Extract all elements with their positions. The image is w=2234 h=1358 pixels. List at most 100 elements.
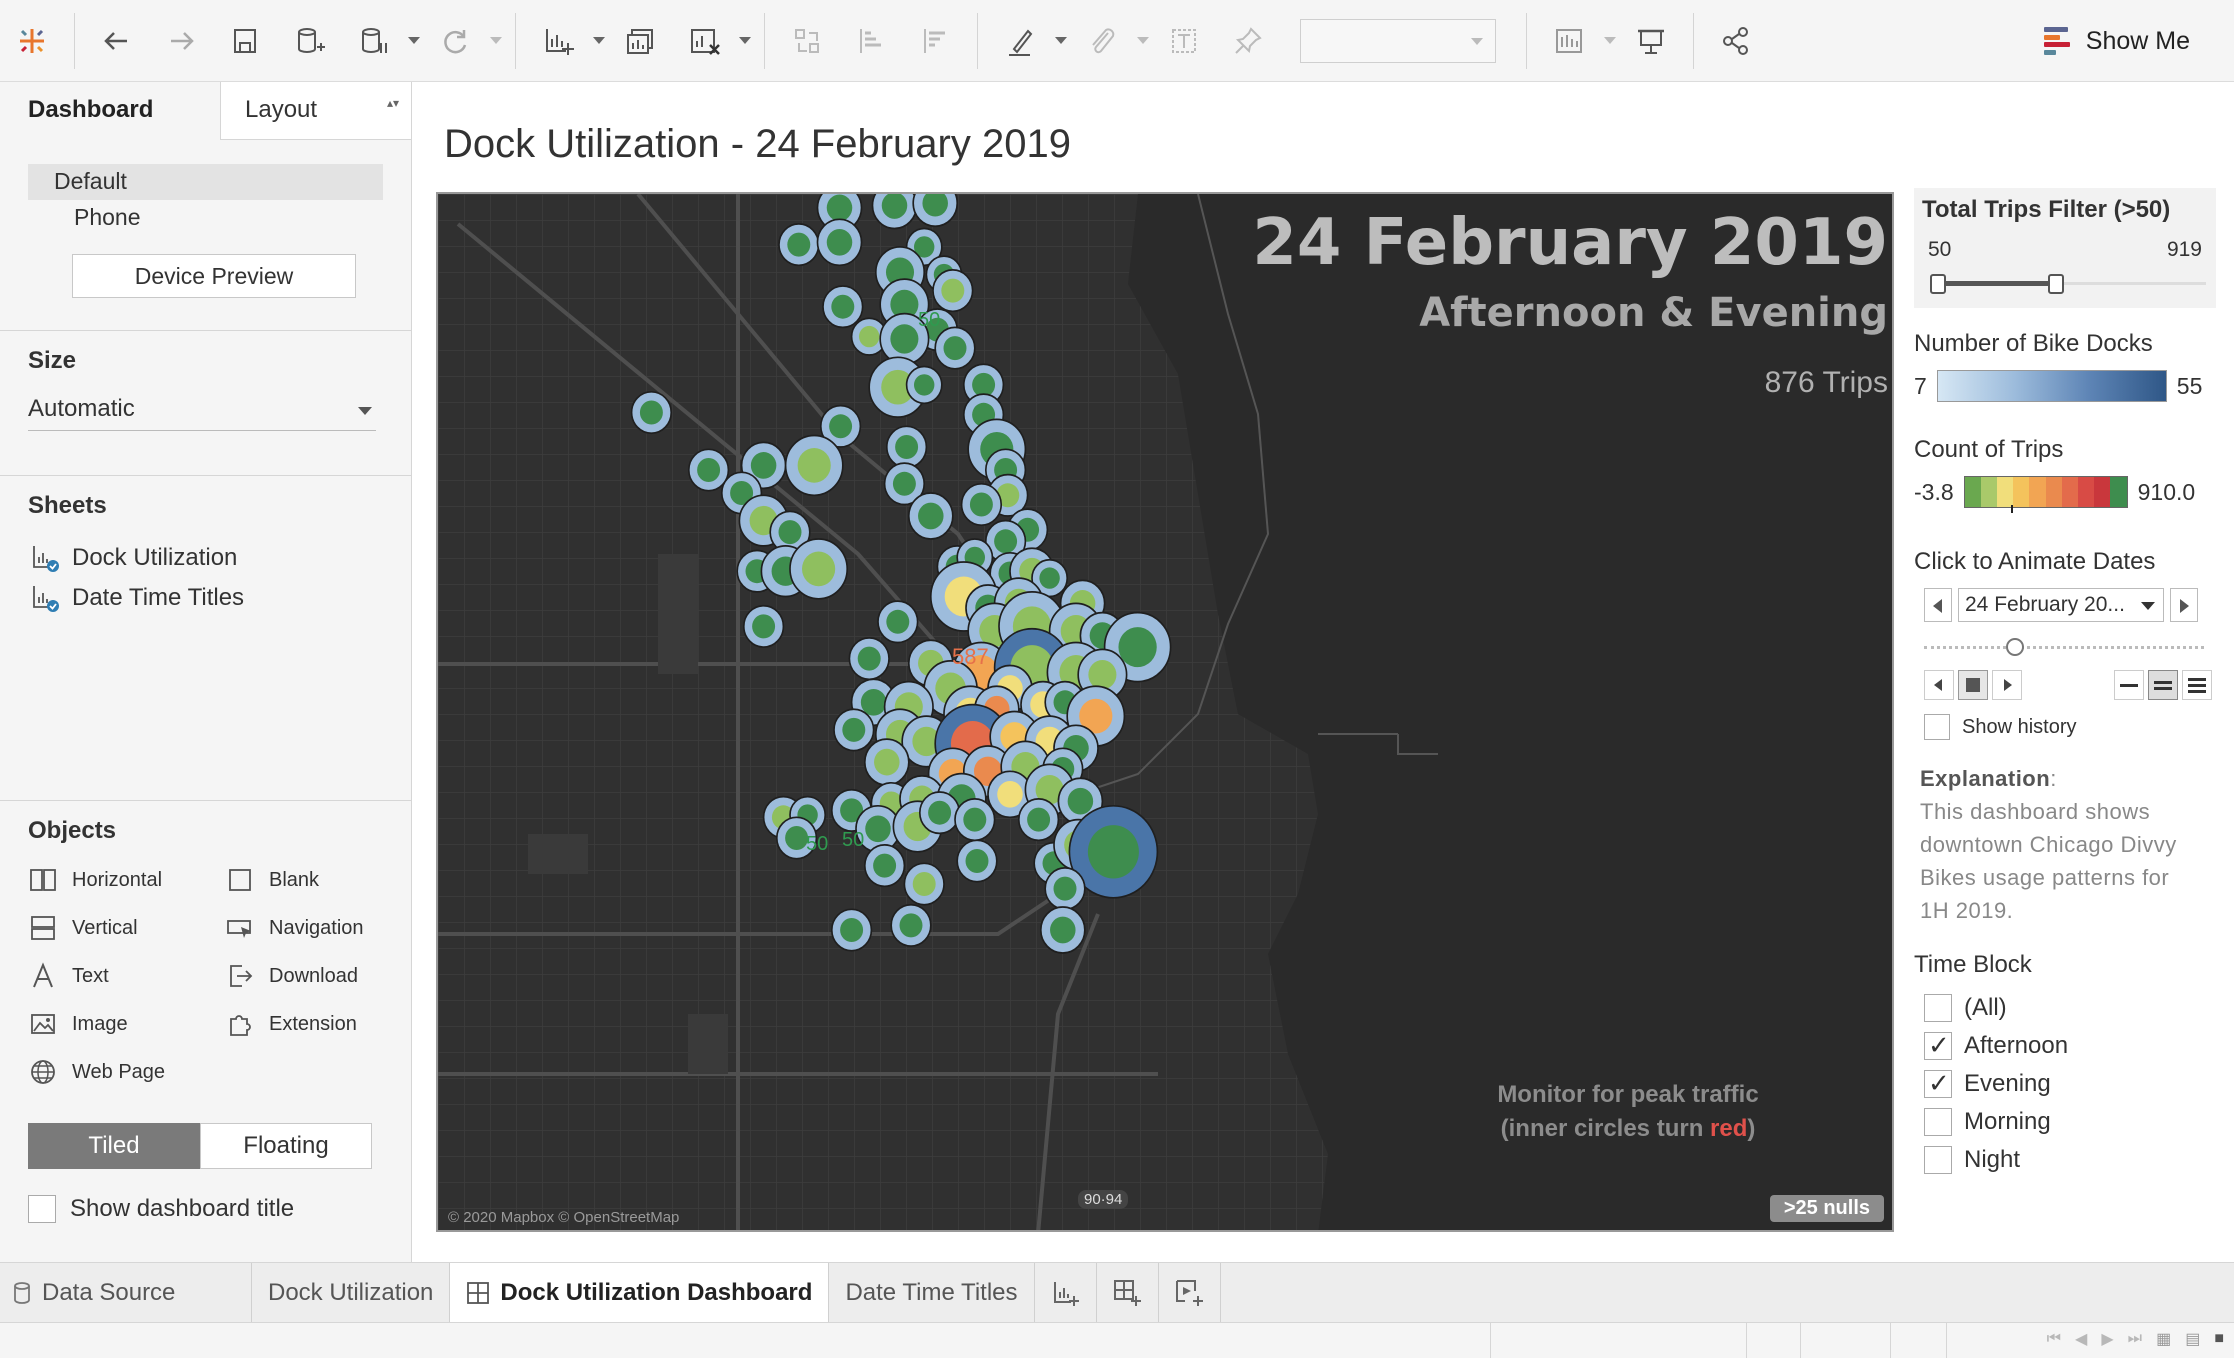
dock-marker[interactable] bbox=[1039, 567, 1060, 589]
dock-marker[interactable] bbox=[873, 853, 897, 878]
object-blank[interactable]: Blank bbox=[225, 863, 405, 897]
dock-marker[interactable] bbox=[895, 434, 919, 460]
show-cards-icon[interactable] bbox=[1537, 0, 1601, 82]
dock-marker[interactable] bbox=[886, 609, 910, 634]
clear-sheet-icon[interactable] bbox=[672, 0, 736, 82]
dock-marker[interactable] bbox=[941, 278, 965, 303]
speed-fast-button[interactable] bbox=[2182, 670, 2212, 700]
tab-dock-utilization-dashboard[interactable]: Dock Utilization Dashboard bbox=[450, 1263, 830, 1322]
time-block-checkbox[interactable] bbox=[1924, 1030, 1952, 1061]
time-block-checkbox[interactable] bbox=[1924, 1068, 1952, 1099]
dock-marker[interactable] bbox=[865, 815, 891, 843]
show-me-button[interactable]: Show Me bbox=[2043, 0, 2190, 82]
object-text[interactable]: Text bbox=[28, 959, 225, 993]
dock-marker[interactable] bbox=[826, 228, 853, 256]
highlight-icon[interactable] bbox=[988, 0, 1052, 82]
group-members-icon[interactable] bbox=[1070, 0, 1134, 82]
dock-marker[interactable] bbox=[778, 520, 802, 545]
refresh-dropdown[interactable] bbox=[487, 0, 505, 82]
dock-marker[interactable] bbox=[802, 551, 836, 587]
sort-ascending-icon[interactable] bbox=[839, 0, 903, 82]
size-select[interactable]: Automatic bbox=[28, 391, 376, 431]
object-image[interactable]: Image bbox=[28, 1007, 225, 1041]
sheet-sorter-icon[interactable]: ■ bbox=[2214, 1330, 2224, 1348]
refresh-icon[interactable] bbox=[423, 0, 487, 82]
tabs-view-icon[interactable]: ▤ bbox=[2185, 1329, 2200, 1349]
trips-filter-slider[interactable] bbox=[1930, 270, 2206, 296]
dock-marker[interactable] bbox=[1087, 825, 1139, 879]
dock-marker[interactable] bbox=[913, 374, 935, 396]
tab-date-time-titles[interactable]: Date Time Titles bbox=[829, 1263, 1035, 1322]
dock-marker[interactable] bbox=[1027, 807, 1051, 832]
dock-marker[interactable] bbox=[890, 324, 919, 354]
next-date-button[interactable] bbox=[2170, 588, 2198, 622]
object-horizontal[interactable]: Horizontal bbox=[28, 863, 225, 897]
tab-dashboard[interactable]: Dashboard bbox=[0, 82, 220, 140]
new-dashboard-tab-button[interactable] bbox=[1097, 1263, 1159, 1322]
nulls-indicator[interactable]: >25 nulls bbox=[1769, 1195, 1884, 1222]
dock-marker[interactable] bbox=[963, 807, 987, 832]
dock-marker[interactable] bbox=[918, 502, 944, 530]
dock-marker[interactable] bbox=[994, 529, 1018, 554]
dock-marker[interactable] bbox=[840, 917, 864, 943]
time-block-option-all[interactable]: (All) bbox=[1914, 989, 2234, 1027]
new-worksheet-tab-button[interactable] bbox=[1035, 1263, 1097, 1322]
redo-icon[interactable] bbox=[149, 0, 213, 82]
new-worksheet-icon[interactable] bbox=[526, 0, 590, 82]
show-history-checkbox[interactable] bbox=[1924, 714, 1950, 740]
sheet-item-dock-utilization[interactable]: Dock Utilization bbox=[0, 538, 411, 578]
group-members-dropdown[interactable] bbox=[1134, 0, 1152, 82]
object-download[interactable]: Download bbox=[225, 959, 405, 993]
next-sheet-icon[interactable]: ▶ bbox=[2101, 1329, 2113, 1349]
dock-marker[interactable] bbox=[1118, 627, 1157, 668]
map-canvas[interactable]: 50 50 50 587 bbox=[438, 194, 1894, 1232]
show-cards-dropdown[interactable] bbox=[1601, 0, 1619, 82]
object-extension[interactable]: Extension bbox=[225, 1007, 405, 1041]
time-block-option-evening[interactable]: Evening bbox=[1914, 1065, 2234, 1103]
tab-dock-utilization[interactable]: Dock Utilization bbox=[252, 1263, 451, 1322]
dock-marker[interactable] bbox=[797, 448, 831, 483]
object-vertical[interactable]: Vertical bbox=[28, 911, 225, 945]
speed-normal-button[interactable] bbox=[2148, 670, 2178, 700]
fit-selector[interactable] bbox=[1300, 18, 1496, 63]
presentation-mode-icon[interactable] bbox=[1619, 0, 1683, 82]
first-sheet-icon[interactable]: ⏮ bbox=[2047, 1330, 2061, 1348]
pause-updates-icon[interactable] bbox=[341, 0, 405, 82]
dock-marker[interactable] bbox=[826, 194, 853, 222]
dock-marker[interactable] bbox=[965, 848, 989, 874]
tiled-toggle[interactable]: Tiled bbox=[28, 1123, 200, 1169]
dock-marker[interactable] bbox=[831, 294, 855, 319]
device-phone[interactable]: Phone bbox=[28, 200, 383, 236]
dock-marker[interactable] bbox=[1088, 660, 1117, 690]
time-block-checkbox[interactable] bbox=[1924, 1146, 1952, 1174]
fix-axes-icon[interactable] bbox=[1216, 0, 1280, 82]
date-slider[interactable] bbox=[1924, 636, 2204, 660]
date-dropdown[interactable]: 24 February 20... bbox=[1958, 588, 2164, 622]
swap-rows-columns-icon[interactable] bbox=[775, 0, 839, 82]
dock-marker[interactable] bbox=[750, 452, 777, 479]
show-history-option[interactable]: Show history bbox=[1914, 714, 2234, 740]
dock-marker[interactable] bbox=[1050, 916, 1076, 944]
show-dashboard-title-option[interactable]: Show dashboard title bbox=[28, 1195, 411, 1223]
save-icon[interactable] bbox=[213, 0, 277, 82]
dock-marker[interactable] bbox=[912, 871, 936, 897]
last-sheet-icon[interactable]: ⏭ bbox=[2128, 1330, 2142, 1348]
map-view[interactable]: 50 50 50 587 24 February 2019 Afternoon … bbox=[436, 192, 1894, 1232]
tab-data-source[interactable]: Data Source bbox=[0, 1263, 252, 1322]
dock-marker[interactable] bbox=[1053, 876, 1077, 901]
dock-marker[interactable] bbox=[857, 646, 881, 671]
map-attribution[interactable]: © 2020 Mapbox © OpenStreetMap bbox=[448, 1209, 679, 1226]
dock-marker[interactable] bbox=[997, 780, 1023, 808]
pause-updates-dropdown[interactable] bbox=[405, 0, 423, 82]
previous-sheet-icon[interactable]: ◀ bbox=[2075, 1329, 2087, 1349]
new-worksheet-dropdown[interactable] bbox=[590, 0, 608, 82]
play-backward-button[interactable] bbox=[1924, 670, 1954, 700]
dock-marker[interactable] bbox=[752, 614, 776, 639]
duplicate-sheet-icon[interactable] bbox=[608, 0, 672, 82]
device-default[interactable]: Default bbox=[28, 164, 383, 200]
dock-marker[interactable] bbox=[928, 800, 952, 825]
new-data-source-icon[interactable] bbox=[277, 0, 341, 82]
time-block-checkbox[interactable] bbox=[1924, 1108, 1952, 1136]
object-navigation[interactable]: Navigation bbox=[225, 911, 405, 945]
dock-marker[interactable] bbox=[874, 748, 900, 776]
